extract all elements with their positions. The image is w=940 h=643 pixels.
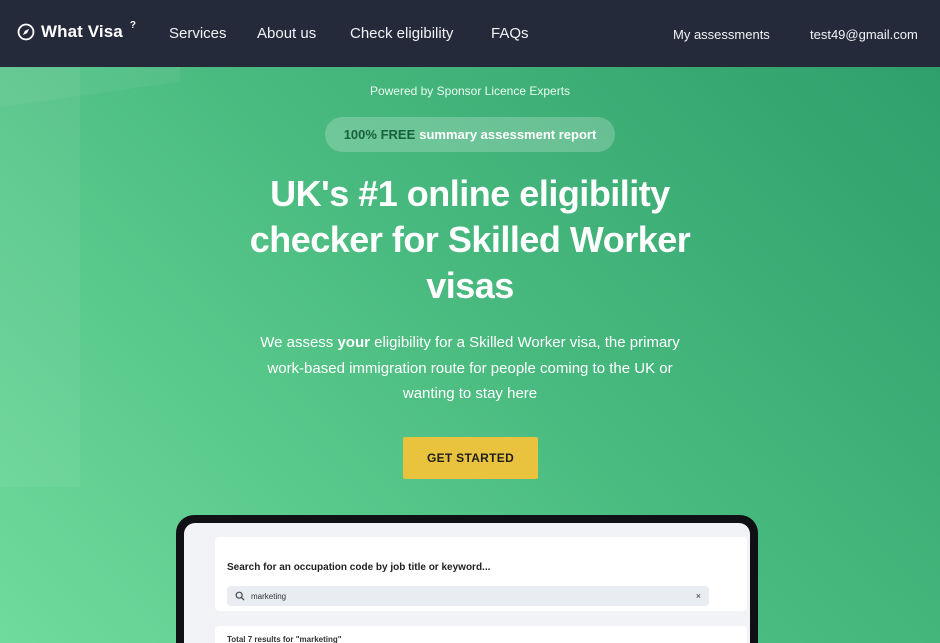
nav-services[interactable]: Services — [169, 25, 227, 42]
badge-free-text: 100% FREE — [343, 127, 416, 142]
my-assessments-link[interactable]: My assessments — [673, 27, 770, 42]
top-nav: What Visa? Services About us Check eligi… — [0, 0, 940, 67]
compass-icon — [17, 23, 35, 41]
logo-text: What Visa — [41, 22, 123, 41]
hero-description: We assess your eligibility for a Skilled… — [240, 330, 700, 407]
occupation-search-input[interactable]: marketing × — [227, 586, 709, 606]
badge-label: summary assessment report — [419, 127, 597, 142]
logo[interactable]: What Visa? — [17, 19, 136, 42]
device-screen: Search for an occupation code by job tit… — [184, 523, 750, 643]
close-icon[interactable]: × — [696, 591, 701, 601]
nav-about-us[interactable]: About us — [257, 25, 316, 42]
user-email-link[interactable]: test49@gmail.com — [810, 27, 918, 42]
free-report-badge: 100% FREE summary assessment report — [325, 117, 615, 152]
results-card: Total 7 results for "marketing" — [215, 626, 747, 643]
hero-headline: UK's #1 online eligibility checker for S… — [249, 173, 691, 306]
powered-by-text: Powered by Sponsor Licence Experts — [369, 84, 571, 98]
device-mockup: Search for an occupation code by job tit… — [176, 515, 758, 643]
decorative-shard — [0, 67, 80, 487]
nav-faqs[interactable]: FAQs — [491, 25, 529, 42]
results-count-text: Total 7 results for "marketing" — [227, 635, 342, 643]
search-card-title: Search for an occupation code by job tit… — [227, 562, 491, 573]
search-value: marketing — [251, 591, 287, 601]
desc-pre: We assess — [260, 334, 338, 351]
nav-check-eligibility[interactable]: Check eligibility — [350, 25, 453, 42]
search-icon — [235, 591, 245, 601]
logo-superscript: ? — [129, 19, 136, 31]
desc-emphasis: your — [337, 334, 370, 351]
get-started-button[interactable]: GET STARTED — [403, 437, 538, 479]
search-card: Search for an occupation code by job tit… — [215, 537, 747, 611]
